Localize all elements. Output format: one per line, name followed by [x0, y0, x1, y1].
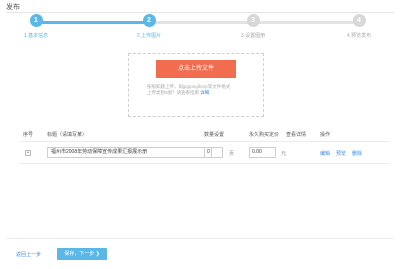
price-input[interactable]: 0.00 [249, 147, 276, 158]
upload-guide-link[interactable]: 详细 [200, 90, 209, 95]
step-number: 2 [142, 14, 156, 27]
step-1: 1 1.基本信息 [6, 14, 66, 39]
title-input[interactable]: 福州市2008年劳动保障宣传成果汇报展示册 [47, 147, 212, 158]
col-title: 标题（请填写某） [47, 132, 88, 138]
quantity-input[interactable]: 0 [204, 147, 223, 158]
col-ops: 操作 [320, 132, 331, 138]
table-header: 序号 标题（请填写某） 数量设置 永久购买定价 查看详情 操作 [20, 128, 390, 142]
price-unit: 元 [281, 151, 287, 157]
page-title: 发布 [6, 4, 20, 11]
edit-link[interactable]: 编辑 [320, 150, 330, 157]
quantity-unit: 页 [229, 151, 235, 157]
upload-hint-line2: 上传类别5图？请查看指南 详细 [147, 90, 259, 96]
upload-hint-text: 上传类别5图？请查看指南 [147, 90, 200, 95]
step-label: 3.设置图册 [240, 33, 266, 39]
step-label: 1.基本信息 [23, 33, 49, 39]
table-row: + 福州市2008年劳动保障宣传成果汇报展示册 0 页 0.00 元 编辑 预览… [20, 142, 390, 164]
col-seq: 序号 [23, 132, 34, 138]
col-detail: 查看详情 [286, 132, 307, 138]
upload-dropzone[interactable]: 点击上传文件 按照如题上传，如jpg/png/bmp等文件格式 上传类别5图？请… [128, 53, 264, 117]
preview-link[interactable]: 预览 [336, 150, 346, 157]
col-price: 永久购买定价 [249, 132, 280, 138]
delete-link[interactable]: 删除 [352, 150, 362, 157]
expand-row-icon[interactable]: + [25, 150, 31, 156]
footer-divider [6, 238, 394, 239]
step-3: 3 3.设置图册 [223, 14, 283, 39]
step-4: 4 4.预览发布 [329, 14, 389, 39]
progress-steps: 1 1.基本信息 2 2.上传图片 3 3.设置图册 4 4.预览发布 [10, 14, 390, 44]
save-next-button[interactable]: 保存，下一步 ❯ [57, 248, 107, 260]
upload-hint: 按照如题上传，如jpg/png/bmp等文件格式 上传类别5图？请查看指南 详细 [147, 84, 259, 96]
step-number: 3 [246, 14, 260, 27]
step-number: 1 [29, 14, 43, 27]
prev-step-link[interactable]: 返回上一步 [16, 251, 41, 258]
upload-file-button[interactable]: 点击上传文件 [156, 60, 236, 78]
step-label: 2.上传图片 [136, 33, 162, 39]
step-label: 4.预览发布 [346, 33, 372, 39]
title-divider [6, 12, 394, 13]
file-table: 序号 标题（请填写某） 数量设置 永久购买定价 查看详情 操作 + 福州市200… [20, 128, 390, 164]
step-2: 2 2.上传图片 [119, 14, 179, 39]
step-number: 4 [352, 14, 366, 27]
col-qty: 数量设置 [204, 132, 225, 138]
